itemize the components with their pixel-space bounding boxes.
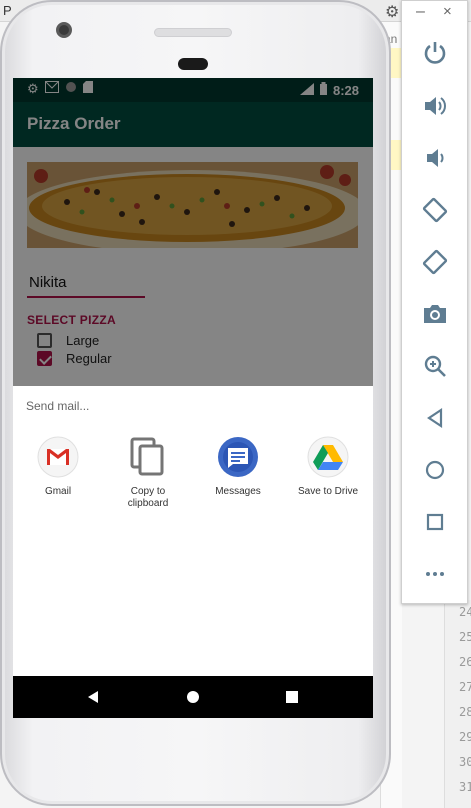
line-number: 29 [459, 730, 471, 744]
android-nav-bar [13, 676, 373, 718]
screen-root: P an ⚙ 24 25 26 27 28 29 30 31 ⚙ 8:28 Pi… [0, 0, 471, 808]
share-sheet-title: Send mail... [26, 399, 90, 413]
more-icon[interactable] [419, 558, 451, 590]
line-number: 31 [459, 780, 471, 794]
ide-line-gutter: 24 25 26 27 28 29 30 31 [444, 600, 471, 808]
zoom-icon[interactable] [419, 350, 451, 382]
share-target-label: Copy to clipboard [127, 486, 169, 509]
volume-up-icon[interactable] [419, 90, 451, 122]
nav-back-icon[interactable] [73, 676, 113, 718]
close-button[interactable]: × [443, 3, 452, 20]
home-icon[interactable] [419, 454, 451, 486]
dialog-scrim[interactable] [13, 78, 373, 386]
front-camera-icon [56, 22, 72, 38]
share-target-label: Save to Drive [297, 486, 359, 497]
gear-icon[interactable]: ⚙ [385, 2, 399, 22]
nav-overview-icon[interactable] [272, 676, 312, 718]
overview-icon[interactable] [419, 506, 451, 538]
share-target-label: Gmail [44, 486, 72, 497]
line-number: 27 [459, 680, 471, 694]
share-target-gmail[interactable]: Gmail [13, 436, 103, 510]
emulator-toolbar: – × [401, 0, 468, 604]
line-number: 25 [459, 630, 471, 644]
ide-title-text: P [3, 3, 12, 18]
drive-icon [307, 436, 349, 478]
share-target-copy[interactable]: Copy to clipboard [103, 436, 193, 510]
device-screen: ⚙ 8:28 Pizza Order Nikita SELECT PIZZA L… [13, 78, 373, 718]
line-number: 28 [459, 705, 471, 719]
share-sheet: Send mail... Gmail Copy to clipboard Mes… [13, 386, 373, 676]
minimize-button[interactable]: – [416, 3, 425, 21]
rotate-left-icon[interactable] [419, 194, 451, 226]
emulator-phone-frame: ⚙ 8:28 Pizza Order Nikita SELECT PIZZA L… [0, 0, 391, 806]
copy-icon [127, 436, 169, 478]
camera-icon[interactable] [419, 298, 451, 330]
nav-home-icon[interactable] [173, 676, 213, 718]
rotate-right-icon[interactable] [419, 246, 451, 278]
line-number: 26 [459, 655, 471, 669]
phone-top-bezel [154, 28, 232, 37]
power-icon[interactable] [419, 37, 451, 69]
share-target-label: Messages [215, 486, 261, 497]
messages-icon [217, 436, 259, 478]
share-target-messages[interactable]: Messages [193, 436, 283, 510]
share-targets: Gmail Copy to clipboard Messages Save to… [13, 436, 373, 510]
gmail-icon [37, 436, 79, 478]
line-number: 30 [459, 755, 471, 769]
volume-down-icon[interactable] [419, 142, 451, 174]
back-icon[interactable] [419, 402, 451, 434]
share-target-drive[interactable]: Save to Drive [283, 436, 373, 510]
earpiece-speaker [178, 58, 208, 70]
